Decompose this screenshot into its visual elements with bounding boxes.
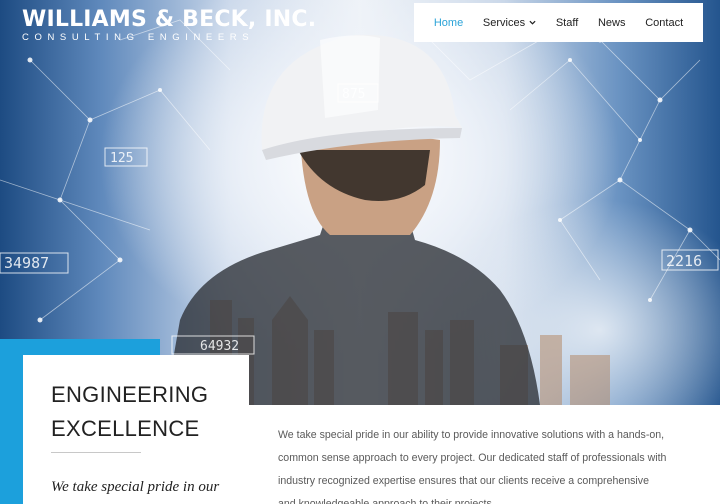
nav-home[interactable]: Home [434,17,463,29]
hero-number-4: 2216 [666,252,702,270]
nav-news[interactable]: News [598,17,626,29]
nav-home-label: Home [433,16,464,29]
card-divider [51,452,141,453]
card-title-line-1: ENGINEERING [51,382,209,407]
hero-number-5: 64932 [200,339,239,354]
nav-contact-label: Contact [645,16,684,29]
feature-card: ENGINEERING EXCELLENCE We take special p… [23,355,249,504]
chevron-down-icon [529,20,536,25]
nav-staff-label: Staff [555,16,579,29]
company-name: WILLIAMS & BECK, INC. [22,7,317,32]
hero-number-3: 34987 [4,254,49,272]
card-title-line-2: EXCELLENCE [51,416,200,441]
hero-number-1: 875 [342,87,365,102]
nav-staff[interactable]: Staff [556,17,578,29]
nav-services-label: Services [482,16,526,29]
company-logo[interactable]: WILLIAMS & BECK, INC. CONSULTING ENGINEE… [22,7,317,44]
intro-paragraph: We take special pride in our ability to … [278,429,667,504]
nav-news-label: News [597,16,626,29]
card-quote: We take special pride in our [51,479,220,495]
hero-number-2: 125 [110,151,133,166]
nav-contact[interactable]: Contact [645,17,683,29]
main-navigation: Home Services Staff News Contact [414,3,703,42]
nav-services[interactable]: Services [483,17,536,29]
card-title: ENGINEERING EXCELLENCE [51,378,241,446]
company-tagline: CONSULTING ENGINEERS [22,32,255,43]
